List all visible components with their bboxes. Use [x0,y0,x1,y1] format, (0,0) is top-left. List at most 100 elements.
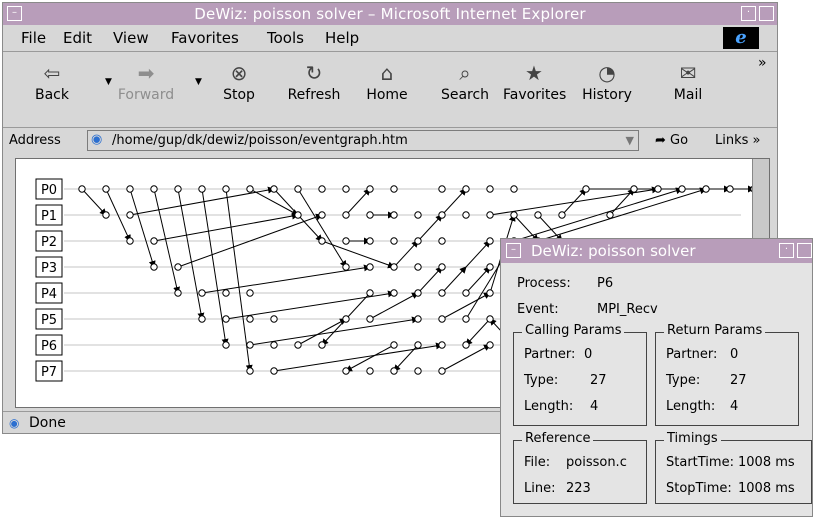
event-node [246,185,254,193]
message-arrow [297,318,347,346]
event-node [150,263,158,271]
event-node [438,367,446,375]
event-node [222,315,230,323]
menu-tools[interactable]: Tools [267,29,304,47]
event-node [318,237,326,245]
calling-partner-value: 0 [584,347,593,362]
menu-favorites[interactable]: Favorites [171,29,239,47]
calling-type-label: Type: [524,373,559,388]
event-node [270,341,278,349]
message-arrow [441,292,491,320]
toolbar-overflow-icon[interactable]: » [758,55,767,71]
mail-label: Mail [673,87,703,103]
event-node [438,211,446,219]
message-arrow [129,186,275,216]
go-button[interactable]: ➦ Go [655,133,688,148]
minimize-button[interactable]: · [741,6,756,21]
history-button[interactable]: ◔ History [576,59,638,103]
message-arrow [201,264,371,294]
mail-icon: ✉ [679,61,697,85]
go-label: Go [670,133,689,148]
message-arrow [441,266,467,294]
popup-maximize-button[interactable] [797,243,812,258]
event-node [390,367,398,375]
popup-title-bar[interactable]: – DeWiz: poisson solver · [501,239,812,263]
event-node [270,185,278,193]
forward-button[interactable]: ➡ Forward [115,59,177,103]
message-arrow [225,188,253,372]
return-partner-label: Partner: [666,347,718,362]
event-node [486,211,494,219]
event-node [462,211,470,219]
back-button[interactable]: ⇦ Back [21,59,83,103]
event-node [294,341,302,349]
event-node [486,315,494,323]
event-node [390,211,398,219]
event-value: MPI_Recv [597,302,658,317]
event-node [414,237,422,245]
stop-label: Stop [223,87,255,103]
refresh-icon: ↻ [305,61,323,85]
back-arrow-icon: ⇦ [43,61,61,85]
event-node [462,341,470,349]
address-dropdown-icon[interactable]: ▼ [626,134,634,147]
event-node [486,185,494,193]
maximize-button[interactable] [759,6,774,21]
address-field[interactable]: ◉ /home/gup/dk/dewiz/poisson/eventgraph.… [87,130,639,151]
event-node [486,341,494,349]
forward-dropdown-icon[interactable]: ▼ [195,77,202,87]
stop-button[interactable]: ⊗ Stop [208,59,270,103]
start-time-label: StartTime: [666,455,734,470]
menu-view[interactable]: View [113,29,149,47]
event-node [174,185,182,193]
stop-icon: ⊗ [230,61,248,85]
links-button[interactable]: Links » [715,133,760,148]
popup-window-menu-button[interactable]: – [506,243,521,258]
event-node [342,211,350,219]
menu-help[interactable]: Help [325,29,359,47]
favorites-button[interactable]: ★ Favorites [503,59,566,103]
event-node [366,211,374,219]
reference-group: Reference File: poisson.c Line: 223 [513,431,647,504]
event-node [174,263,182,271]
popup-minimize-button[interactable]: · [779,243,794,258]
title-bar[interactable]: – DeWiz: poisson solver – Microsoft Inte… [3,3,777,25]
page-icon: ◉ [91,132,103,147]
process-label: P4 [41,287,57,302]
calling-params-title: Calling Params [522,323,625,338]
process-label: P2 [41,235,57,250]
event-node [270,367,278,375]
message-arrow [417,266,443,294]
home-button[interactable]: ⌂ Home [356,59,418,103]
refresh-button[interactable]: ↻ Refresh [283,59,345,103]
history-icon: ◔ [598,61,616,85]
status-text: Done [29,415,66,431]
event-node [366,367,374,375]
event-node [438,237,446,245]
ie-status-icon: ◉ [9,416,20,430]
event-node [342,185,350,193]
stop-time-value: 1008 ms [738,481,795,496]
event-node [414,263,422,271]
event-node [390,341,398,349]
timings-title: Timings [664,431,721,446]
return-type-label: Type: [666,373,701,388]
event-node [366,185,374,193]
address-url[interactable]: /home/gup/dk/dewiz/poisson/eventgraph.ht… [112,133,408,148]
mail-button[interactable]: ✉ Mail [657,59,719,103]
message-arrow [129,188,156,268]
menu-edit[interactable]: Edit [63,29,92,47]
process-label: P0 [41,183,57,198]
return-params-title: Return Params [664,323,766,338]
search-icon: ⌕ [459,61,471,85]
event-node [78,185,86,193]
message-arrow [465,240,491,268]
back-dropdown-icon[interactable]: ▼ [105,77,112,87]
menu-file[interactable]: File [21,29,46,47]
event-node [366,289,374,297]
event-node [414,367,422,375]
message-arrow [321,240,395,269]
event-node [342,367,350,375]
search-button[interactable]: ⌕ Search [434,59,496,103]
home-label: Home [366,87,408,103]
